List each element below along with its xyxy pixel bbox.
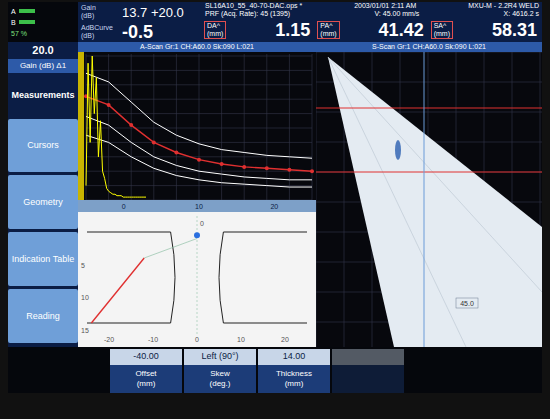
menu-button[interactable]: Measurements [8, 76, 78, 116]
signal-trace [86, 56, 146, 197]
reading[interactable]: SA^(mm)58.31 [429, 21, 542, 39]
s-scan-panel: S-Scan Gr:1 CH:A60.0 Sk:090 L:021 45.0 [316, 42, 542, 347]
svg-text:10: 10 [237, 336, 245, 343]
reading[interactable]: PA^(mm)41.42 [315, 21, 428, 39]
s-scan-title: S-Scan Gr:1 CH:A60.0 Sk:090 L:021 [316, 42, 542, 52]
a-scan-title: A-Scan Gr:1 CH:A60.0 Sk:090 L:021 [78, 42, 316, 52]
field[interactable]: AdBCurve(dB)-0.5 [78, 22, 202, 42]
channel-status: B [11, 18, 75, 27]
svg-text:15: 15 [81, 327, 89, 334]
dac-curve [86, 116, 312, 179]
svg-text:10: 10 [195, 203, 203, 210]
svg-text:0: 0 [195, 336, 199, 343]
center-column: A-Scan Gr:1 CH:A60.0 Sk:090 L:021 0 10 20 0 -… [78, 42, 316, 347]
channel-status: A [11, 7, 75, 16]
svg-text:-20: -20 [104, 336, 114, 343]
status-block: AB 57 % [8, 2, 78, 42]
main-area: 20.0Gain (dB) Δ1MeasurementsCursorsGeome… [8, 42, 542, 347]
parameter-cell [332, 349, 404, 393]
parameter-bar: -40.00Offset(mm)Left (90°)Skew(deg.)14.0… [8, 347, 542, 393]
dac-curve [84, 94, 314, 173]
menu-button[interactable]: Cursors [8, 119, 78, 173]
s-scan-plot: 45.0 [316, 52, 542, 347]
info-row: PRF (Acq. Rate): 45 (1395)V: 45.00 mm/sX… [202, 10, 542, 18]
top-bar: AB 57 %Gain(dB)13.7 +20.0AdBCurve(dB)-0.5… [8, 2, 542, 42]
svg-text:45.0: 45.0 [460, 300, 474, 307]
svg-text:-10: -10 [148, 336, 158, 343]
parameter-cell[interactable]: 14.00Thickness(mm) [258, 349, 330, 393]
level-icon [19, 9, 35, 13]
svg-text:10: 10 [81, 294, 89, 301]
svg-text:0: 0 [200, 220, 204, 227]
sidebar: 20.0Gain (dB) Δ1MeasurementsCursorsGeome… [8, 42, 78, 347]
parameter-cell[interactable]: -40.00Offset(mm) [110, 349, 182, 393]
gain-step[interactable]: 20.0Gain (dB) Δ1 [8, 42, 78, 73]
info-area: SL16A10_55_40-70-DAC.ops *2003/01/01 2:1… [202, 2, 542, 42]
svg-text:20: 20 [281, 336, 289, 343]
gain-fields: Gain(dB)13.7 +20.0AdBCurve(dB)-0.5 [78, 2, 202, 42]
info-row: SL16A10_55_40-70-DAC.ops *2003/01/01 2:1… [202, 2, 542, 10]
parameter-cell[interactable]: Left (90°)Skew(deg.) [184, 349, 256, 393]
level-icon [19, 20, 35, 24]
svg-text:5: 5 [81, 262, 85, 269]
flaw-detector-screen: AB 57 %Gain(dB)13.7 +20.0AdBCurve(dB)-0.5… [0, 0, 550, 419]
battery-status: 57 % [11, 29, 75, 38]
weld-diagram: 0 -20 -10 0 10 20 5 10 15 [78, 212, 316, 347]
menu-button[interactable]: Reading [8, 289, 78, 343]
menu-button[interactable]: Geometry [8, 175, 78, 229]
svg-text:0: 0 [122, 203, 126, 210]
a-scan-plot: 0 10 20 [78, 52, 316, 212]
dac-curve [86, 135, 312, 187]
svg-text:20: 20 [270, 203, 278, 210]
reading[interactable]: DA^(mm)1.15 [202, 21, 315, 39]
field[interactable]: Gain(dB)13.7 +20.0 [78, 2, 202, 22]
menu-button[interactable]: Indication Table [8, 232, 78, 286]
